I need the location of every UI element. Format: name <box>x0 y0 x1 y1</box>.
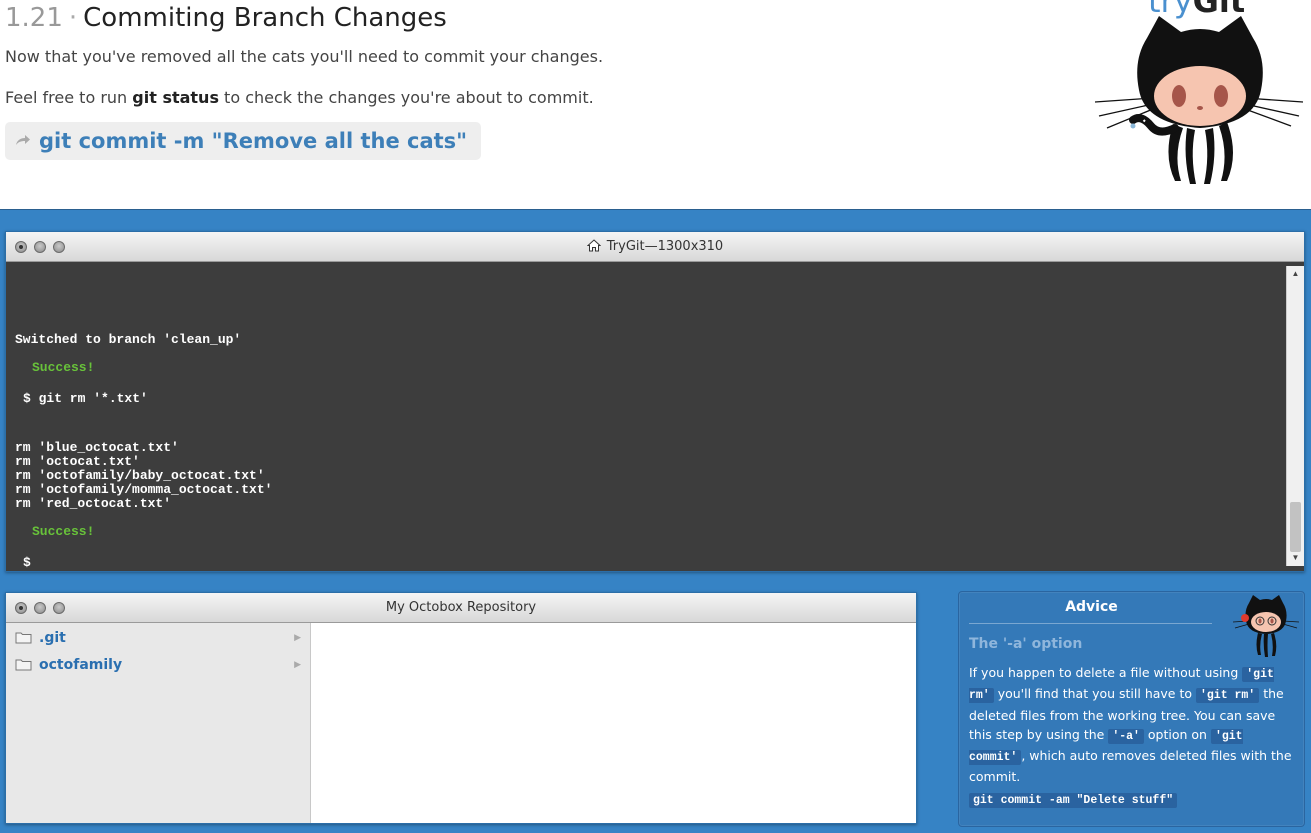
scroll-thumb[interactable] <box>1290 502 1301 552</box>
terminal-line: rm 'blue_octocat.txt' <box>15 440 179 455</box>
command-text[interactable]: git commit -m "Remove all the cats" <box>39 129 467 153</box>
share-arrow-icon <box>15 131 31 151</box>
advice-text: If you happen to delete a file without u… <box>969 663 1297 787</box>
lesson-title-text: Commiting Branch Changes <box>83 3 447 33</box>
terminal-line: Switched to branch 'clean_up' <box>15 332 242 347</box>
chevron-right-icon: ▶ <box>294 632 301 642</box>
terminal-command: $ git rm '*.txt' <box>23 391 148 406</box>
repository-titlebar: My Octobox Repository <box>6 593 916 623</box>
advice-title: Advice <box>1065 599 1118 615</box>
tree-item-label: .git <box>39 629 66 646</box>
terminal-success: Success! <box>32 524 95 539</box>
folder-icon <box>15 632 32 644</box>
lesson-number: 1.21 <box>5 3 63 33</box>
repository-content-pane <box>312 623 916 823</box>
divider <box>969 623 1212 624</box>
advice-panel: Advice The '-a' option If you happen to … <box>958 591 1305 827</box>
repository-tree: .git ▶ octofamily ▶ <box>6 623 311 823</box>
chevron-right-icon: ▶ <box>294 659 301 669</box>
advice-example: git commit -am "Delete stuff" <box>969 788 1178 808</box>
scroll-up-button[interactable]: ▲ <box>1287 266 1304 282</box>
terminal-scrollbar[interactable]: ▲ ▼ <box>1286 266 1304 566</box>
repository-window: My Octobox Repository .git ▶ octofamily … <box>5 592 917 824</box>
terminal-output: Switched to branch 'clean_up' Success! $… <box>6 262 1276 571</box>
hint-command: git status <box>132 88 219 107</box>
scroll-down-button[interactable]: ▼ <box>1287 550 1304 566</box>
octocat-logo <box>1094 16 1304 184</box>
inline-code: '-a' <box>1108 728 1144 744</box>
terminal-prompt[interactable]: $ <box>23 556 31 570</box>
inline-code: 'git rm' <box>1196 688 1260 704</box>
advice-text-part: you'll find that you still have to <box>993 686 1196 702</box>
instruction-hint: Feel free to run git status to check the… <box>5 88 594 107</box>
advice-text-part: If you happen to delete a file without u… <box>969 665 1243 680</box>
tree-item-octofamily[interactable]: octofamily ▶ <box>6 651 310 678</box>
folder-icon <box>15 659 32 671</box>
terminal-success: Success! <box>32 360 95 375</box>
terminal-title: TryGit—1300x310 <box>606 239 724 254</box>
lesson-title: 1.21 · Commiting Branch Changes <box>5 2 447 34</box>
lesson-header: 1.21 · Commiting Branch Changes Now that y… <box>0 0 1311 209</box>
example-command: git commit -am "Delete stuff" <box>969 793 1178 808</box>
instruction-text: Now that you've removed all the cats you… <box>5 47 604 66</box>
tree-item-label: octofamily <box>39 656 123 673</box>
terminal-title-wrap: TryGit—1300x310 <box>6 232 1304 262</box>
tree-item-git[interactable]: .git ▶ <box>6 624 310 651</box>
hint-prefix: Feel free to run <box>5 88 133 107</box>
terminal-line: rm 'octofamily/momma_octocat.txt' <box>15 482 273 497</box>
command-suggestion[interactable]: git commit -m "Remove all the cats" <box>5 122 482 160</box>
terminal-window: TryGit—1300x310 Switched to branch 'clea… <box>5 231 1305 572</box>
hint-suffix: to check the changes you're about to com… <box>218 88 594 107</box>
advice-text-part: option on <box>1143 726 1211 742</box>
terminal-line: rm 'octocat.txt' <box>15 454 140 469</box>
octocat-professor-icon <box>1232 595 1300 657</box>
terminal-titlebar: TryGit—1300x310 <box>6 232 1304 262</box>
terminal-line: rm 'red_octocat.txt' <box>15 496 172 511</box>
advice-heading: The '-a' option <box>969 636 1083 652</box>
terminal-line: rm 'octofamily/baby_octocat.txt' <box>15 468 265 483</box>
lesson-separator: · <box>68 3 78 33</box>
terminal-body[interactable]: Switched to branch 'clean_up' Success! $… <box>6 262 1304 571</box>
repository-title: My Octobox Repository <box>385 600 537 615</box>
home-icon <box>586 239 601 252</box>
